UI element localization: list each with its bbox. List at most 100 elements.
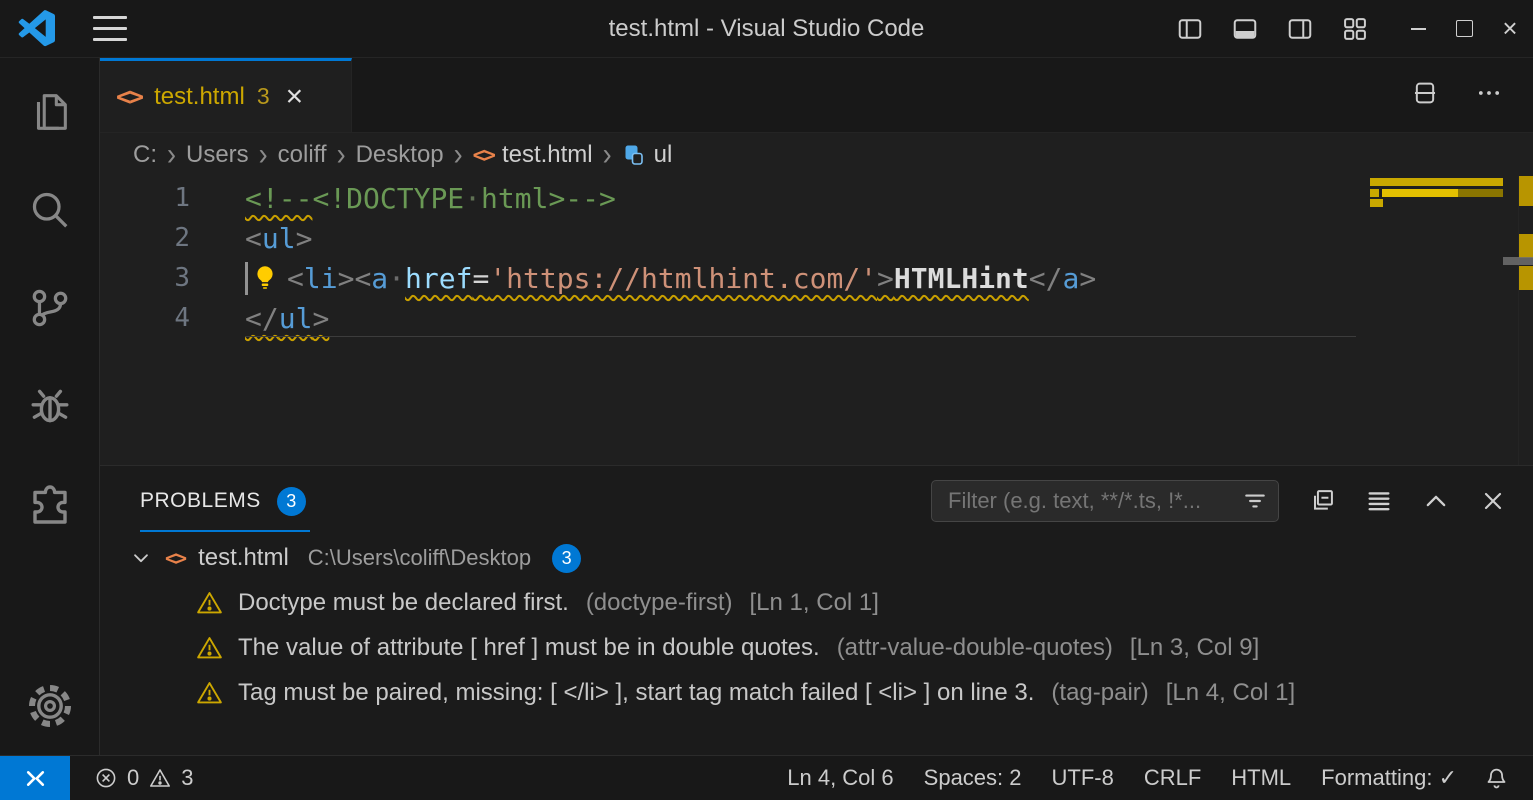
filter-input[interactable] (946, 487, 1242, 515)
breadcrumb-drive[interactable]: C: (133, 141, 157, 169)
encoding-setting[interactable]: UTF-8 (1037, 765, 1129, 791)
code-token: ul (262, 222, 296, 255)
tab-test-html[interactable]: <> test.html 3 × (100, 58, 352, 132)
code-line[interactable]: 2<ul> (100, 218, 1533, 258)
breadcrumb-symbol[interactable]: ul (622, 141, 673, 169)
indentation-setting[interactable]: Spaces: 2 (909, 765, 1037, 791)
run-and-debug-icon[interactable] (0, 357, 99, 455)
scrollbar-thumb[interactable] (1503, 257, 1533, 265)
code-line[interactable]: 3 <li><a·href='https://htmlhint.com/'>HT… (100, 258, 1533, 298)
notifications-bell-icon[interactable] (1472, 766, 1525, 791)
code-token: · (388, 262, 405, 295)
search-icon[interactable] (0, 161, 99, 259)
minimap[interactable] (1365, 176, 1505, 465)
titlebar-controls: × (1176, 0, 1533, 57)
status-bar: 0 3 Ln 4, Col 6 Spaces: 2 UTF-8 CRLF HTM… (0, 755, 1533, 800)
menu-hamburger-icon[interactable] (93, 16, 127, 41)
problems-file-group[interactable]: <> test.html C:\Users\coliff\Desktop 3 (100, 536, 1533, 580)
window-title: test.html - Visual Studio Code (609, 15, 925, 43)
code-token: HTMLHint (894, 262, 1029, 295)
tab-bar: <> test.html 3 × (100, 58, 1533, 133)
language-mode[interactable]: HTML (1216, 765, 1306, 791)
overview-ruler (1518, 176, 1533, 465)
code-editor[interactable]: 1<!--<!DOCTYPE·html>-->2<ul>3 <li><a·hre… (100, 176, 1533, 465)
lightbulb-icon[interactable] (250, 263, 280, 293)
view-as-list-icon[interactable] (1365, 487, 1393, 515)
code-token: <!DOCTYPE (312, 182, 464, 215)
split-editor-icon[interactable] (1411, 79, 1439, 112)
problem-item[interactable]: Tag must be paired, missing: [ </li> ], … (100, 670, 1533, 715)
title-bar: test.html - Visual Studio Code × (0, 0, 1533, 58)
code-line[interactable]: 4</ul> (100, 298, 1533, 338)
code-token: < (245, 222, 262, 255)
breadcrumb-coliff[interactable]: coliff (278, 141, 327, 169)
problem-rule: (attr-value-double-quotes) (837, 634, 1113, 662)
problem-message: The value of attribute [ href ] must be … (238, 634, 820, 662)
tab-label: test.html (154, 83, 245, 111)
extensions-icon[interactable] (0, 455, 99, 553)
line-number[interactable]: 2 (100, 218, 190, 258)
line-content[interactable]: </ul> (190, 298, 329, 338)
file-group-path: C:\Users\coliff\Desktop (308, 545, 531, 571)
customize-layout-icon[interactable] (1341, 15, 1369, 43)
ruler-warning-mark (1519, 234, 1533, 258)
code-token: > (296, 222, 313, 255)
problem-item[interactable]: Doctype must be declared first. (doctype… (100, 580, 1533, 625)
breadcrumb-file[interactable]: <> test.html (473, 141, 593, 169)
problem-message: Tag must be paired, missing: [ </li> ], … (238, 679, 1034, 707)
toggle-sidebar-icon[interactable] (1176, 15, 1204, 43)
tab-problems[interactable]: PROBLEMS 3 (140, 471, 310, 532)
maximize-panel-icon[interactable] (1422, 487, 1450, 515)
line-number[interactable]: 4 (100, 298, 190, 338)
symbol-element-icon (622, 143, 646, 167)
code-token: 'https://htmlhint.com/' (489, 262, 877, 295)
editor-group: <> test.html 3 × C: › Users › coliff › D… (100, 58, 1533, 755)
source-control-icon[interactable] (0, 259, 99, 357)
problems-tab-label: PROBLEMS (140, 489, 261, 513)
settings-gear-icon[interactable] (0, 657, 99, 755)
warning-count-icon (148, 766, 172, 790)
cursor-position[interactable]: Ln 4, Col 6 (772, 765, 908, 791)
chevron-right-icon: › (453, 137, 464, 173)
chevron-right-icon: › (602, 137, 613, 173)
explorer-icon[interactable] (0, 63, 99, 161)
code-token: > (312, 302, 329, 335)
toggle-panel-icon[interactable] (1231, 15, 1259, 43)
line-content[interactable]: <li><a·href='https://htmlhint.com/'>HTML… (190, 258, 1096, 298)
code-token: < (287, 262, 304, 295)
problem-item[interactable]: The value of attribute [ href ] must be … (100, 625, 1533, 670)
code-token: </ (245, 302, 279, 335)
minimap-warning-mark (1382, 189, 1458, 197)
code-line[interactable]: 1<!--<!DOCTYPE·html>--> (100, 178, 1533, 218)
line-number[interactable]: 3 (100, 258, 190, 298)
remote-indicator[interactable] (0, 756, 70, 800)
line-number[interactable]: 1 (100, 178, 190, 218)
chevron-down-icon (130, 547, 152, 569)
breadcrumb-desktop[interactable]: Desktop (356, 141, 444, 169)
ruler-warning-mark (1519, 266, 1533, 290)
maximize-button[interactable] (1441, 0, 1487, 58)
tab-close-icon[interactable]: × (286, 82, 304, 112)
close-window-button[interactable]: × (1487, 0, 1533, 58)
warning-icon (196, 634, 223, 661)
code-token: <!-- (245, 182, 312, 215)
toggle-secondary-sidebar-icon[interactable] (1286, 15, 1314, 43)
breadcrumb-file-label: test.html (502, 141, 593, 169)
eol-setting[interactable]: CRLF (1129, 765, 1216, 791)
problems-panel: PROBLEMS 3 (100, 465, 1533, 755)
filter-funnel-icon[interactable] (1242, 488, 1268, 514)
status-problems[interactable]: 0 3 (94, 765, 194, 791)
close-panel-icon[interactable] (1479, 487, 1507, 515)
vscode-logo-icon (18, 10, 55, 47)
breadcrumb-users[interactable]: Users (186, 141, 249, 169)
error-count: 0 (127, 765, 139, 791)
problems-list: <> test.html C:\Users\coliff\Desktop 3 D… (100, 536, 1533, 755)
formatting-status[interactable]: Formatting: ✓ (1306, 765, 1472, 791)
more-actions-icon[interactable] (1475, 79, 1503, 112)
minimize-button[interactable] (1395, 0, 1441, 58)
collapse-all-icon[interactable] (1308, 487, 1336, 515)
problems-filter[interactable] (931, 480, 1279, 522)
line-content[interactable]: <ul> (190, 218, 312, 258)
chevron-right-icon: › (166, 137, 177, 173)
line-content[interactable]: <!--<!DOCTYPE·html>--> (190, 178, 616, 218)
